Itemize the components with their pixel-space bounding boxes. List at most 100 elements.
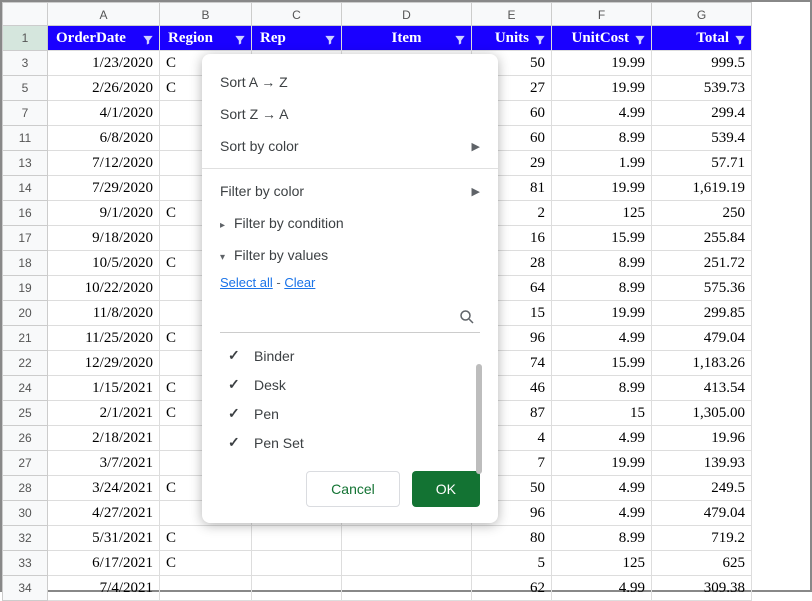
cell[interactable]: 8.99 <box>552 376 652 401</box>
cell[interactable]: 3/7/2021 <box>48 451 160 476</box>
header-cell-total[interactable]: Total <box>652 26 752 51</box>
filter-by-color[interactable]: Filter by color▶ <box>202 175 498 207</box>
cell[interactable]: 2/18/2021 <box>48 426 160 451</box>
cell[interactable]: 15.99 <box>552 226 652 251</box>
row-header[interactable]: 1 <box>2 26 48 51</box>
cell[interactable]: 139.93 <box>652 451 752 476</box>
column-header-d[interactable]: D <box>342 2 472 26</box>
row-header[interactable]: 18 <box>2 251 48 276</box>
filter-value-item[interactable]: ✓Binder <box>220 341 486 370</box>
cell[interactable] <box>252 526 342 551</box>
cell[interactable]: 8.99 <box>552 276 652 301</box>
cell[interactable]: 309.38 <box>652 576 752 601</box>
row-header[interactable]: 22 <box>2 351 48 376</box>
filter-value-item[interactable]: ✓Desk <box>220 370 486 399</box>
cell[interactable]: 5/31/2021 <box>48 526 160 551</box>
cell[interactable]: 15 <box>552 401 652 426</box>
cell[interactable]: 625 <box>652 551 752 576</box>
ok-button[interactable]: OK <box>412 471 480 507</box>
clear-link[interactable]: Clear <box>284 275 315 290</box>
cell[interactable]: 1,183.26 <box>652 351 752 376</box>
cell[interactable] <box>252 551 342 576</box>
filter-search-input[interactable] <box>220 304 480 333</box>
cell[interactable]: 539.73 <box>652 76 752 101</box>
header-cell-rep[interactable]: Rep <box>252 26 342 51</box>
cell[interactable]: 62 <box>472 576 552 601</box>
cell[interactable]: 4.99 <box>552 101 652 126</box>
filter-icon[interactable] <box>453 31 467 45</box>
filter-values-list[interactable]: ✓Binder✓Desk✓Pen✓Pen Set <box>220 341 486 457</box>
cell[interactable]: 19.99 <box>552 176 652 201</box>
column-header-a[interactable]: A <box>48 2 160 26</box>
header-cell-orderdate[interactable]: OrderDate <box>48 26 160 51</box>
filter-value-item[interactable]: ✓Pen <box>220 399 486 428</box>
cell[interactable]: 8.99 <box>552 251 652 276</box>
cell[interactable]: 125 <box>552 201 652 226</box>
cell[interactable]: 4/27/2021 <box>48 501 160 526</box>
cell[interactable]: 479.04 <box>652 326 752 351</box>
row-header[interactable]: 21 <box>2 326 48 351</box>
cell[interactable]: 255.84 <box>652 226 752 251</box>
cell[interactable]: 413.54 <box>652 376 752 401</box>
row-header[interactable]: 30 <box>2 501 48 526</box>
filter-icon[interactable] <box>633 31 647 45</box>
header-cell-unitcost[interactable]: UnitCost <box>552 26 652 51</box>
cell[interactable] <box>342 551 472 576</box>
cell[interactable]: 299.85 <box>652 301 752 326</box>
column-header-g[interactable]: G <box>652 2 752 26</box>
cell[interactable]: 4.99 <box>552 501 652 526</box>
row-header[interactable]: 32 <box>2 526 48 551</box>
column-header-e[interactable]: E <box>472 2 552 26</box>
cell[interactable]: 1/23/2020 <box>48 51 160 76</box>
cell[interactable]: 4/1/2020 <box>48 101 160 126</box>
row-header[interactable]: 17 <box>2 226 48 251</box>
cell[interactable]: 249.5 <box>652 476 752 501</box>
cell[interactable] <box>342 576 472 601</box>
sort-by-color[interactable]: Sort by color▶ <box>202 130 498 162</box>
select-all-link[interactable]: Select all <box>220 275 273 290</box>
cell[interactable]: 2/26/2020 <box>48 76 160 101</box>
select-all-corner[interactable] <box>2 2 48 26</box>
filter-icon[interactable] <box>533 31 547 45</box>
cell[interactable]: 2/1/2021 <box>48 401 160 426</box>
header-cell-region[interactable]: Region <box>160 26 252 51</box>
cell[interactable]: 10/5/2020 <box>48 251 160 276</box>
cell[interactable]: 7/12/2020 <box>48 151 160 176</box>
cell[interactable]: 6/8/2020 <box>48 126 160 151</box>
filter-by-values[interactable]: ▾Filter by values <box>202 239 498 271</box>
cell[interactable]: 12/29/2020 <box>48 351 160 376</box>
cell[interactable]: 8.99 <box>552 526 652 551</box>
cell[interactable]: 575.36 <box>652 276 752 301</box>
header-cell-item[interactable]: Item <box>342 26 472 51</box>
cell[interactable]: 11/25/2020 <box>48 326 160 351</box>
cell[interactable]: 250 <box>652 201 752 226</box>
cell[interactable]: 19.99 <box>552 76 652 101</box>
row-header[interactable]: 33 <box>2 551 48 576</box>
cell[interactable]: 80 <box>472 526 552 551</box>
filter-icon[interactable] <box>141 31 155 45</box>
cell[interactable]: 4.99 <box>552 576 652 601</box>
cell[interactable]: 9/18/2020 <box>48 226 160 251</box>
cell[interactable]: 4.99 <box>552 426 652 451</box>
cell[interactable]: 8.99 <box>552 126 652 151</box>
cell[interactable]: 10/22/2020 <box>48 276 160 301</box>
header-cell-units[interactable]: Units <box>472 26 552 51</box>
column-header-c[interactable]: C <box>252 2 342 26</box>
cell[interactable]: 19.99 <box>552 451 652 476</box>
row-header[interactable]: 24 <box>2 376 48 401</box>
cell[interactable]: 19.99 <box>552 301 652 326</box>
cell[interactable]: 1,305.00 <box>652 401 752 426</box>
cell[interactable]: 1,619.19 <box>652 176 752 201</box>
cell[interactable]: C <box>160 526 252 551</box>
sort-az[interactable]: Sort A → Z <box>202 66 498 98</box>
row-header[interactable]: 14 <box>2 176 48 201</box>
row-header[interactable]: 7 <box>2 101 48 126</box>
row-header[interactable]: 5 <box>2 76 48 101</box>
cell[interactable]: 15.99 <box>552 351 652 376</box>
cell[interactable]: 1.99 <box>552 151 652 176</box>
filter-icon[interactable] <box>323 31 337 45</box>
cell[interactable]: 9/1/2020 <box>48 201 160 226</box>
row-header[interactable]: 16 <box>2 201 48 226</box>
cell[interactable]: 251.72 <box>652 251 752 276</box>
cell[interactable]: 4.99 <box>552 476 652 501</box>
